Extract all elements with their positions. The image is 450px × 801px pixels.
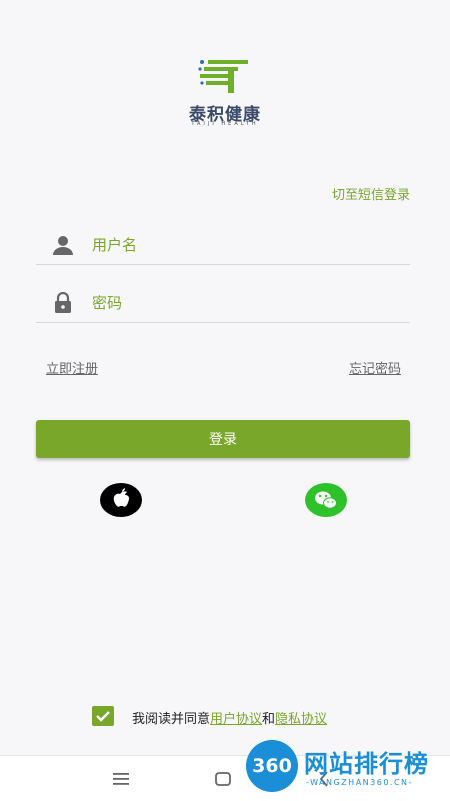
watermark-badge: 360 (246, 740, 298, 792)
login-button[interactable]: 登录 (36, 420, 410, 458)
agreement-checkbox[interactable] (92, 706, 114, 726)
watermark-url: -WANGZHAN360.CN- (306, 778, 413, 787)
wechat-icon (315, 491, 337, 509)
register-link[interactable]: 立即注册 (46, 358, 98, 377)
password-field[interactable] (36, 282, 410, 323)
watermark: 360 网站排行榜 -WANGZHAN360.CN- (246, 740, 450, 800)
username-field[interactable] (36, 224, 410, 265)
watermark-text: 网站排行榜 (304, 750, 429, 778)
switch-sms-login-link[interactable]: 切至短信登录 (332, 184, 410, 203)
user-icon (53, 236, 73, 255)
lock-icon (55, 292, 71, 313)
user-agreement-link[interactable]: 用户协议 (210, 712, 262, 727)
apple-login-button[interactable] (100, 483, 142, 517)
home-square-icon[interactable] (212, 768, 234, 790)
taiji-logo-icon (198, 60, 248, 93)
forgot-password-link[interactable]: 忘记密码 (349, 358, 401, 377)
login-screen: 泰积健康 TAIJI HEALTH 切至短信登录 立即注册 忘记密码 登录 (0, 0, 450, 801)
agreement-text: 我阅读并同意用户协议和隐私协议 (132, 708, 327, 727)
wechat-login-button[interactable] (305, 483, 347, 517)
agreement-prefix: 我阅读并同意 (132, 712, 211, 727)
password-input[interactable] (90, 288, 394, 318)
privacy-agreement-link[interactable]: 隐私协议 (275, 712, 327, 727)
checkmark-icon (96, 711, 110, 722)
username-input[interactable] (90, 230, 394, 260)
brand-logo: 泰积健康 TAIJI HEALTH (180, 58, 270, 128)
brand-subtitle: TAIJI HEALTH (191, 121, 259, 127)
menu-icon[interactable] (110, 768, 132, 790)
apple-icon (113, 488, 129, 507)
agreement-conjunction: 和 (262, 712, 276, 727)
